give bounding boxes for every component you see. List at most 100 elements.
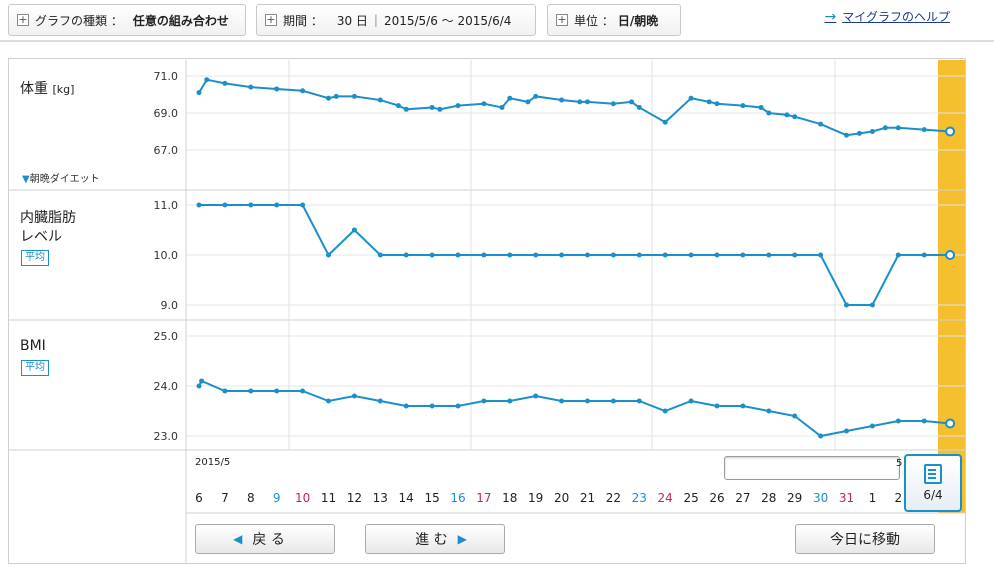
- data-point: [844, 428, 849, 434]
- y-tick-label: 25.0: [154, 330, 179, 343]
- data-point: [403, 106, 409, 112]
- data-point: [921, 252, 927, 258]
- data-point: [688, 95, 694, 101]
- data-point: [818, 121, 824, 127]
- memo-input[interactable]: [724, 456, 900, 480]
- data-point: [533, 393, 539, 399]
- data-point: [585, 252, 590, 258]
- data-point: [714, 403, 720, 409]
- day-label: 28: [761, 491, 776, 505]
- visceral-label-line2: レベル: [20, 229, 62, 245]
- data-point: [610, 101, 616, 107]
- data-point: [437, 106, 443, 112]
- data-point: [377, 252, 383, 258]
- data-point: [766, 110, 772, 116]
- back-button[interactable]: ◀ 戻 る: [195, 524, 335, 554]
- day-label: 26: [709, 491, 724, 505]
- memo-button[interactable]: 6/4: [904, 454, 962, 512]
- data-point: [351, 93, 357, 99]
- data-point: [333, 93, 339, 99]
- data-point: [196, 202, 202, 208]
- day-label: 22: [606, 491, 621, 505]
- data-point: [688, 398, 694, 404]
- data-point: [636, 104, 642, 110]
- day-label: 11: [321, 491, 336, 505]
- data-point: [714, 101, 720, 107]
- data-point: [869, 302, 875, 308]
- data-point: [844, 132, 849, 138]
- data-point: [395, 103, 401, 109]
- visceral-avg-badge: 平均: [21, 250, 49, 266]
- data-point: [196, 383, 202, 389]
- data-point: [559, 252, 565, 258]
- today-button[interactable]: 今日に移動: [795, 524, 935, 554]
- data-point: [377, 398, 383, 404]
- data-point: [662, 252, 668, 258]
- data-point: [766, 252, 772, 258]
- forward-label: 進 む: [415, 532, 448, 548]
- data-point: [377, 97, 383, 103]
- data-point: [577, 99, 583, 105]
- forward-button[interactable]: 進 む ▶: [365, 524, 505, 554]
- day-label: 7: [221, 491, 229, 505]
- data-point: [869, 129, 875, 134]
- data-point: [351, 227, 357, 233]
- data-point: [248, 84, 254, 90]
- data-point: [740, 403, 746, 409]
- data-point: [662, 408, 668, 414]
- y-tick-label: 10.0: [154, 249, 179, 262]
- partial-axis-label: 5: [896, 458, 903, 469]
- series-line-0: [198, 78, 951, 137]
- y-tick-label: 24.0: [154, 380, 179, 393]
- data-point: [714, 252, 720, 258]
- day-label: 19: [528, 491, 543, 505]
- data-point: [507, 398, 513, 404]
- memo-date: 6/4: [923, 488, 943, 502]
- day-label: 15: [424, 491, 439, 505]
- data-point: [248, 388, 254, 394]
- y-tick-label: 69.0: [154, 107, 179, 120]
- data-point: [351, 393, 357, 399]
- data-point: [706, 99, 712, 105]
- day-label: 8: [247, 491, 255, 505]
- data-point: [429, 252, 435, 258]
- data-point: [525, 99, 531, 105]
- day-label: 29: [787, 491, 802, 505]
- day-label: 17: [476, 491, 491, 505]
- data-point: [274, 86, 280, 92]
- day-label: 30: [813, 491, 828, 505]
- data-point: [559, 97, 565, 103]
- data-point: [196, 90, 202, 96]
- y-tick-label: 23.0: [154, 430, 179, 443]
- day-label: 1: [869, 491, 877, 505]
- data-point: [481, 252, 487, 258]
- data-point: [856, 130, 862, 136]
- data-point: [895, 125, 901, 131]
- data-point: [585, 99, 590, 105]
- data-point: [326, 252, 331, 258]
- day-label: 10: [295, 491, 310, 505]
- data-point: [300, 88, 306, 94]
- y-tick-label: 11.0: [154, 199, 179, 212]
- data-point: [274, 388, 280, 394]
- data-point: [921, 127, 927, 133]
- y-tick-label: 9.0: [161, 299, 179, 312]
- data-point: [784, 112, 790, 118]
- data-point: [662, 119, 668, 125]
- data-point: [455, 252, 461, 258]
- weight-unit: [kg]: [52, 83, 75, 96]
- back-label: 戻 る: [252, 532, 285, 548]
- diet-mode-toggle[interactable]: ▼朝晩ダイエット: [22, 170, 100, 185]
- day-label: 24: [658, 491, 673, 505]
- chart-canvas: 71.069.067.011.010.09.025.024.023.06 7 8 9 1…: [8, 60, 965, 564]
- data-point: [895, 252, 901, 258]
- data-point: [499, 104, 505, 110]
- day-label: 25: [683, 491, 698, 505]
- data-point: [533, 252, 539, 258]
- data-point: [792, 413, 798, 419]
- data-point: [533, 93, 539, 99]
- bmi-label: BMI: [20, 338, 46, 354]
- data-point: [559, 398, 565, 404]
- day-label: 18: [502, 491, 517, 505]
- data-point: [740, 103, 746, 109]
